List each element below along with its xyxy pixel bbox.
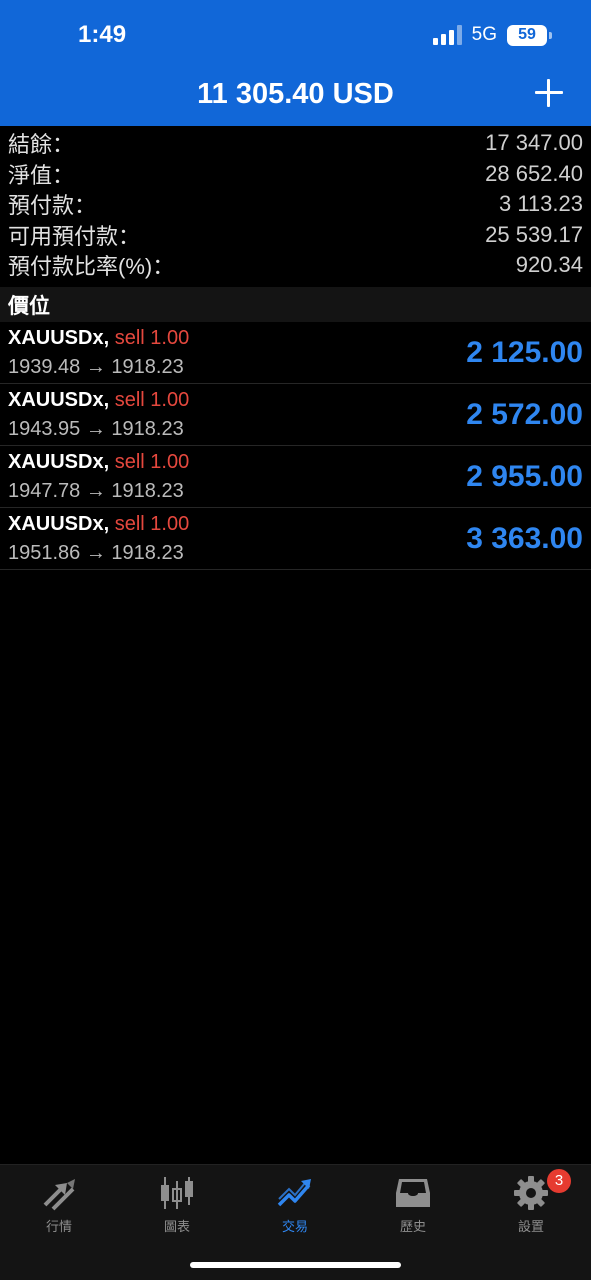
summary-label: 可用預付款：	[8, 223, 141, 249]
position-prices: 1943.95 → 1918.23	[8, 418, 184, 440]
account-balance-title: 11 305.40 USD	[197, 78, 394, 110]
position-profit: 2 955.00	[466, 460, 583, 493]
summary-row-equity: 淨值： 28 652.40	[0, 159, 591, 190]
battery-icon: 59	[507, 24, 552, 46]
summary-label: 預付款比率(%)：	[8, 254, 175, 280]
position-symbol-line: XAUUSDx, sell 1.00	[8, 389, 189, 412]
summary-row-balance: 結餘： 17 347.00	[0, 128, 591, 159]
tab-label: 設置	[517, 1219, 544, 1234]
position-row[interactable]: XAUUSDx, sell 1.00 1947.78 → 1918.23 2 9…	[0, 446, 591, 508]
tab-history[interactable]: 歷史	[363, 1175, 463, 1235]
summary-value: 17 347.00	[485, 130, 583, 156]
summary-value: 3 113.23	[498, 191, 583, 217]
app-header: 1:49 5G 59 11 305.40 USD	[0, 0, 591, 126]
positions-section-header: 價位	[0, 287, 591, 322]
position-symbol: XAUUSDx,	[8, 389, 110, 411]
position-row[interactable]: XAUUSDx, sell 1.00 1943.95 → 1918.23 2 5…	[0, 384, 591, 446]
summary-row-margin-level: 預付款比率(%)： 920.34	[0, 250, 591, 281]
summary-label: 淨值：	[8, 162, 75, 188]
summary-label: 結餘：	[8, 132, 75, 158]
position-row[interactable]: XAUUSDx, sell 1.00 1951.86 → 1918.23 3 3…	[0, 508, 591, 570]
position-row[interactable]: XAUUSDx, sell 1.00 1939.48 → 1918.23 2 1…	[0, 322, 591, 384]
positions-list: XAUUSDx, sell 1.00 1939.48 → 1918.23 2 1…	[0, 322, 591, 570]
cellular-signal-icon	[432, 25, 462, 45]
position-symbol: XAUUSDx,	[8, 327, 110, 349]
summary-row-free-margin: 可用預付款： 25 539.17	[0, 220, 591, 251]
gear-icon	[514, 1176, 548, 1210]
new-order-plus-button[interactable]	[535, 79, 563, 107]
position-prices: 1939.48 → 1918.23	[8, 356, 184, 378]
tab-label: 歷史	[399, 1219, 426, 1234]
position-profit: 3 363.00	[466, 522, 583, 555]
summary-value: 920.34	[515, 252, 583, 278]
position-side: sell 1.00	[114, 451, 190, 473]
tab-quotes[interactable]: 行情	[9, 1175, 109, 1235]
position-side: sell 1.00	[114, 513, 190, 535]
position-symbol-line: XAUUSDx, sell 1.00	[8, 327, 189, 350]
position-symbol: XAUUSDx,	[8, 513, 110, 535]
tab-label: 交易	[281, 1219, 308, 1234]
account-summary: 結餘： 17 347.00 淨值： 28 652.40 預付款： 3 113.2…	[0, 128, 591, 281]
trade-trend-icon	[277, 1179, 311, 1207]
summary-label: 預付款：	[8, 193, 97, 219]
position-profit: 2 125.00	[466, 336, 583, 369]
tab-label: 行情	[45, 1219, 72, 1234]
summary-value: 25 539.17	[485, 221, 583, 247]
position-symbol-line: XAUUSDx, sell 1.00	[8, 451, 189, 474]
candlestick-chart-icon	[161, 1177, 193, 1209]
tab-settings[interactable]: 設置 3	[481, 1169, 581, 1235]
position-prices: 1947.78 → 1918.23	[8, 480, 184, 502]
battery-level: 59	[518, 26, 536, 43]
tab-label: 圖表	[163, 1219, 190, 1234]
position-symbol: XAUUSDx,	[8, 451, 110, 473]
settings-notification-badge: 3	[547, 1169, 571, 1193]
position-prices: 1951.86 → 1918.23	[8, 542, 184, 564]
position-profit: 2 572.00	[466, 398, 583, 431]
position-side: sell 1.00	[114, 389, 190, 411]
status-indicators: 5G 59	[432, 24, 552, 46]
summary-value: 28 652.40	[485, 160, 583, 186]
tab-chart[interactable]: 圖表	[127, 1175, 227, 1235]
tab-trade[interactable]: 交易	[245, 1175, 345, 1235]
status-time: 1:49	[78, 21, 127, 48]
network-type: 5G	[471, 24, 497, 45]
quotes-arrows-icon	[43, 1179, 75, 1211]
history-inbox-icon	[396, 1179, 430, 1207]
position-symbol-line: XAUUSDx, sell 1.00	[8, 513, 189, 536]
summary-row-margin: 預付款： 3 113.23	[0, 189, 591, 220]
home-indicator[interactable]	[190, 1262, 401, 1268]
position-side: sell 1.00	[114, 327, 190, 349]
